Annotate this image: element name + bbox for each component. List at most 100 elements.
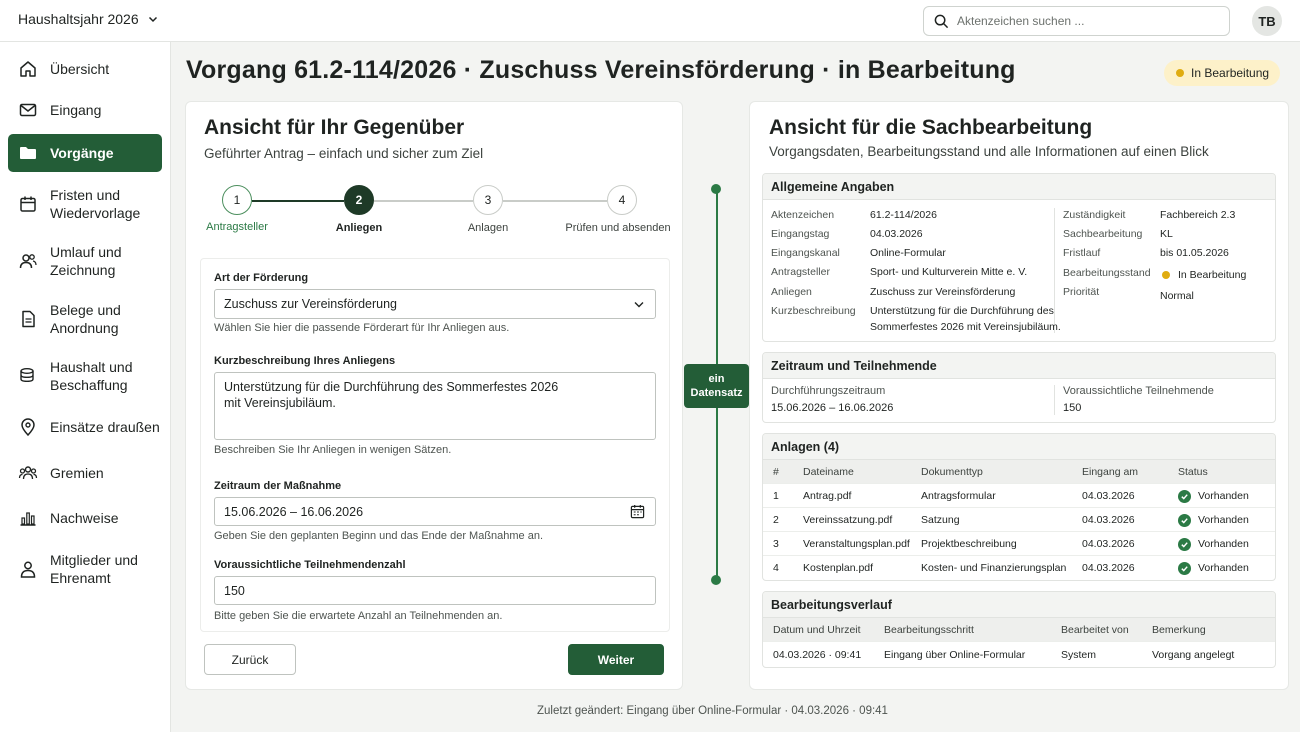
step-3-label: Anlagen [467,222,509,234]
history-datetime: 04.03.2026 · 09:41 [773,649,862,661]
receipt-date: 04.03.2026 [1082,562,1135,574]
single-record-line1: ein [708,373,725,385]
location-pin-icon [21,418,35,437]
processing-state-key: Bearbeitungsstand [1063,267,1151,279]
expected-participants-value: 150 [1063,402,1082,414]
caseworker-view-subtitle: Vorgangsdaten, Bearbeitungsstand und all… [769,144,1209,159]
table-row[interactable]: 2 Vereinssatzung.pdf Satzung 04.03.2026 … [763,508,1275,532]
period-date-field[interactable]: 15.06.2026 – 16.06.2026 [214,497,656,526]
column-header[interactable]: Bemerkung [1152,618,1206,642]
search-input[interactable] [957,14,1207,28]
top-bar: Haushaltsjahr 2026 TB [0,0,1300,42]
table-row[interactable]: 4 Kostenplan.pdf Kosten- und Finanzierun… [763,556,1275,580]
applicant-key: Antragsteller [771,266,830,278]
summary-key: Kurzbeschreibung [771,305,856,317]
sidebar-item-uebersicht[interactable]: Übersicht [8,59,162,79]
single-record-badge: ein Datensatz [684,364,749,408]
calendar-icon[interactable] [630,504,645,519]
responsibility-value: Fachbereich 2.3 [1160,209,1236,221]
sidebar-item-einsaetze[interactable]: Einsätze draußen [8,417,162,437]
group-icon [18,466,38,480]
check-circle-icon [1178,489,1191,503]
column-header[interactable]: Status [1178,460,1208,484]
description-textarea[interactable]: Unterstützung für die Durchführung des S… [214,372,656,440]
step-4-label: Prüfen und absenden [565,222,671,234]
summary-value-line2: Sommerfestes 2026 mit Vereinsjubiläum. [870,321,1061,333]
history-step: Eingang über Online-Formular [884,649,1026,661]
sidebar-item-label: Fristen und Wiedervorlage [50,187,141,221]
funding-type-select[interactable]: Zuschuss zur Vereinsförderung [214,289,656,319]
participants-hint: Bitte geben Sie die erwartete Anzahl an … [214,610,503,622]
applicant-value: Sport- und Kulturverein Mitte e. V. [870,266,1028,278]
sidebar-item-label: Vorgänge [50,145,114,161]
attachment-status: Vorhanden [1178,532,1249,556]
users-icon [19,254,37,269]
concern-value: Zuschuss zur Vereinsförderung [870,286,1016,298]
column-header[interactable]: Dokumenttyp [921,460,983,484]
user-avatar[interactable]: TB [1252,6,1282,36]
sidebar-item-gremien[interactable]: Gremien [8,463,162,483]
table-row[interactable]: 1 Antrag.pdf Antragsformular 04.03.2026 … [763,484,1275,508]
sidebar-item-vorgaenge[interactable]: Vorgänge [8,134,162,172]
step-3[interactable]: 3 [473,185,503,215]
history-heading: Bearbeitungsverlauf [763,592,1275,618]
row-number: 3 [773,538,779,550]
connector-dot-top [711,184,721,194]
receipt-date: 04.03.2026 [1082,538,1135,550]
sidebar-item-label: Gremien [50,465,104,481]
applicant-view-title: Ansicht für Ihr Gegenüber [204,116,465,139]
column-header[interactable]: Bearbeitet von [1061,618,1129,642]
general-info-section: Allgemeine Angaben Aktenzeichen 61.2-114… [762,173,1276,342]
budget-year-select[interactable]: Haushaltsjahr 2026 [18,11,159,27]
funding-type-label: Art der Förderung [214,272,309,284]
sidebar-item-nachweise[interactable]: Nachweise [8,508,162,528]
table-row[interactable]: 3 Veranstaltungsplan.pdf Projektbeschrei… [763,532,1275,556]
period-value: 15.06.2026 – 16.06.2026 [224,504,364,519]
attachments-section: Anlagen (4) # Dateiname Dokumenttyp Eing… [762,433,1276,581]
table-header-row: Datum und Uhrzeit Bearbeitungsschritt Be… [763,618,1275,642]
page-title: Vorgang 61.2-114/2026 · Zuschuss Vereins… [186,56,1016,84]
file-name-link[interactable]: Kostenplan.pdf [803,556,873,580]
channel-key: Eingangskanal [771,247,840,259]
mail-icon [19,103,37,117]
step-2[interactable]: 2 [344,185,374,215]
document-type: Kosten- und Finanzierungsplan [921,562,1067,574]
attachments-heading: Anlagen (4) [763,434,1275,460]
execution-period-value: 15.06.2026 – 16.06.2026 [771,402,894,414]
description-label: Kurzbeschreibung Ihres Anliegens [214,355,396,367]
file-name-link[interactable]: Vereinssatzung.pdf [803,508,892,532]
back-button[interactable]: Zurück [204,644,296,675]
sidebar-item-eingang[interactable]: Eingang [8,100,162,120]
sidebar-item-haushalt[interactable]: Haushalt und Beschaffung [8,358,162,394]
sidebar-item-fristen[interactable]: Fristen und Wiedervorlage [8,186,162,222]
file-number-key: Aktenzeichen [771,209,835,221]
document-icon [22,310,35,328]
channel-value: Online-Formular [870,247,946,259]
column-header[interactable]: Eingang am [1082,460,1138,484]
coins-icon [20,368,34,383]
sidebar-item-mitglieder[interactable]: Mitglieder und Ehrenamt [8,551,162,587]
step-2-label: Anliegen [335,222,383,234]
folder-icon [20,147,36,159]
next-button[interactable]: Weiter [568,644,664,675]
priority-value: Normal [1160,290,1194,302]
search-icon [934,14,949,28]
step-1[interactable]: 1 [222,185,252,215]
sidebar-item-belege[interactable]: Belege und Anordnung [8,301,162,337]
step-4[interactable]: 4 [607,185,637,215]
participants-input[interactable] [214,576,656,605]
column-header[interactable]: Datum und Uhrzeit [773,618,861,642]
calendar-icon [20,196,36,212]
file-name-link[interactable]: Antrag.pdf [803,484,851,508]
file-name-link[interactable]: Veranstaltungsplan.pdf [803,532,910,556]
table-row[interactable]: 04.03.2026 · 09:41 Eingang über Online-F… [763,643,1275,667]
sidebar: Übersicht Eingang Vorgänge Fristen und W… [0,42,171,732]
stepper-line [503,200,607,202]
sidebar-item-umlauf[interactable]: Umlauf und Zeichnung [8,243,162,279]
column-header[interactable]: Bearbeitungsschritt [884,618,974,642]
search-box[interactable] [923,6,1230,36]
history-remark: Vorgang angelegt [1152,649,1235,661]
period-section: Zeitraum und Teilnehmende Durchführungsz… [762,352,1276,423]
bar-chart-icon [20,512,36,526]
column-header[interactable]: Dateiname [803,460,854,484]
